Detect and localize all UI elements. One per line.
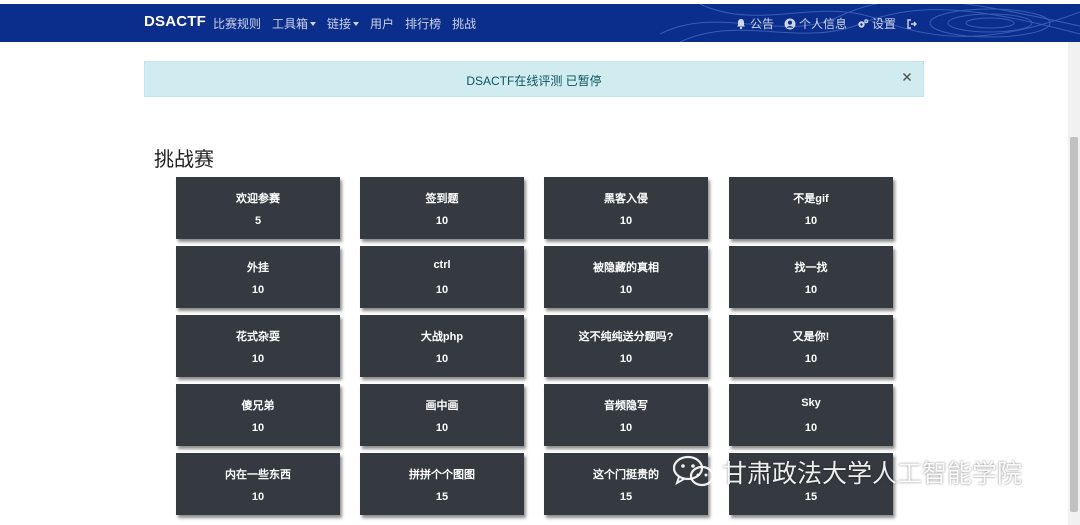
gears-icon [858,18,869,28]
challenge-score: 10 [619,353,633,365]
challenge-score: 10 [251,284,265,296]
nav-item-links[interactable]: 链接 [327,15,360,32]
challenge-card[interactable]: Sky 10 [729,384,893,446]
nav-item-logout[interactable] [906,18,918,30]
nav-user-menu: 公告 个人信息 设置 [735,15,918,32]
challenge-card[interactable]: 花式杂耍 10 [176,315,340,377]
challenge-card[interactable]: 被隐藏的真相 10 [544,246,708,308]
challenge-name: 傻兄弟 [241,400,275,412]
challenge-score: 15 [619,491,633,503]
challenge-card[interactable]: 拼拼个个图图 15 [360,453,524,515]
challenge-score: 10 [435,215,449,227]
challenge-name: 拼拼个个图图 [409,469,475,481]
user-circle-icon [784,18,796,29]
challenge-score: 10 [804,422,818,434]
challenge-score: 10 [804,353,818,365]
challenge-name: 不是gif [793,193,829,205]
nav-item-profile[interactable]: 个人信息 [784,15,847,32]
challenge-score: 10 [619,422,633,434]
challenge-card[interactable]: 傻兄弟 10 [176,384,340,446]
challenge-score: 10 [251,353,265,365]
bell-icon [737,18,745,29]
sign-out-icon [907,18,918,29]
challenge-score: 10 [619,284,633,296]
challenge-card[interactable]: 内在一些东西 10 [176,453,340,515]
challenge-card[interactable]: 欢迎参赛 5 [176,177,340,239]
challenge-score: 10 [435,353,449,365]
challenge-card[interactable]: 这不纯纯送分题吗? 10 [544,315,708,377]
nav-item-notifications[interactable]: 公告 [735,15,774,32]
challenge-name: 外挂 [247,262,269,274]
nav-item-label: 设置 [872,17,897,31]
challenge-name: 这不纯纯送分题吗? [578,331,674,343]
nav-item-label: 比赛规则 [213,17,262,31]
page-title: 挑战赛 [154,149,214,171]
challenge-score: 5 [254,215,262,227]
challenge-score: 10 [251,422,265,434]
challenge-card[interactable]: 画中画 10 [360,384,524,446]
challenge-name: 找一找 [794,262,828,274]
navbar: DSACTF 比赛规则 工具箱 链接 用户 排行榜 挑战 公告 个人信息 设置 [0,4,1080,42]
challenge-name: 黑客入侵 [604,193,648,205]
nav-item-challenges[interactable]: 挑战 [452,15,476,32]
nav-item-rules[interactable]: 比赛规则 [213,15,261,32]
nav-item-label: 排行榜 [405,17,442,31]
challenge-name: 欢迎参赛 [236,193,280,205]
nav-item-label: 链接 [327,17,352,31]
challenge-name: Sky [801,397,821,409]
caret-down-icon [310,21,317,26]
challenge-name: 音频隐写 [604,400,648,412]
nav-item-label: 个人信息 [799,17,848,31]
challenge-card[interactable]: 音频隐写 10 [544,384,708,446]
nav-item-label: 公告 [750,17,775,31]
nav-item-label: 挑战 [452,17,477,31]
watermark: 甘肃政法大学人工智能学院 [672,454,1022,490]
challenge-name: 花式杂耍 [236,331,280,343]
challenge-name: 大战php [420,331,464,343]
challenge-score: 10 [435,422,449,434]
challenge-name: 签到题 [425,193,459,205]
nav-item-users[interactable]: 用户 [370,15,394,32]
nav-menu: 比赛规则 工具箱 链接 用户 排行榜 挑战 [213,15,476,32]
caret-down-icon [353,21,360,26]
alert-message: DSACTF在线评测 已暂停 [466,74,602,88]
challenge-score: 10 [804,215,818,227]
challenge-name: 内在一些东西 [225,469,291,481]
challenge-card[interactable]: 不是gif 10 [729,177,893,239]
challenge-score: 10 [619,215,633,227]
challenge-score: 10 [804,284,818,296]
challenge-name: ctrl [433,259,451,271]
wechat-icon [672,455,715,487]
nav-item-label: 工具箱 [272,17,309,31]
challenge-score: 15 [804,491,818,503]
challenge-card[interactable]: 找一找 10 [729,246,893,308]
challenge-card[interactable]: 大战php 10 [360,315,524,377]
nav-item-scoreboard[interactable]: 排行榜 [405,15,441,32]
challenge-card[interactable]: 黑客入侵 10 [544,177,708,239]
challenge-score: 10 [435,284,449,296]
nav-item-settings[interactable]: 设置 [857,15,896,32]
brand-link[interactable]: DSACTF [144,13,206,30]
challenge-card[interactable]: ctrl 10 [360,246,524,308]
challenge-card[interactable]: 外挂 10 [176,246,340,308]
close-icon[interactable] [900,70,914,84]
nav-item-label: 用户 [370,17,395,31]
watermark-text: 甘肃政法大学人工智能学院 [722,460,1023,488]
challenge-card[interactable]: 又是你! 10 [729,315,893,377]
challenge-name: 画中画 [425,400,459,412]
challenge-name: 被隐藏的真相 [593,262,659,274]
paused-alert: DSACTF在线评测 已暂停 [144,61,924,97]
challenge-name: 又是你! [792,331,830,343]
nav-item-toolbox[interactable]: 工具箱 [272,15,317,32]
challenge-score: 10 [251,491,265,503]
page-scrollbar[interactable] [1068,42,1080,525]
challenge-score: 15 [435,491,449,503]
challenge-card[interactable]: 签到题 10 [360,177,524,239]
scrollbar-thumb[interactable] [1070,137,1078,512]
